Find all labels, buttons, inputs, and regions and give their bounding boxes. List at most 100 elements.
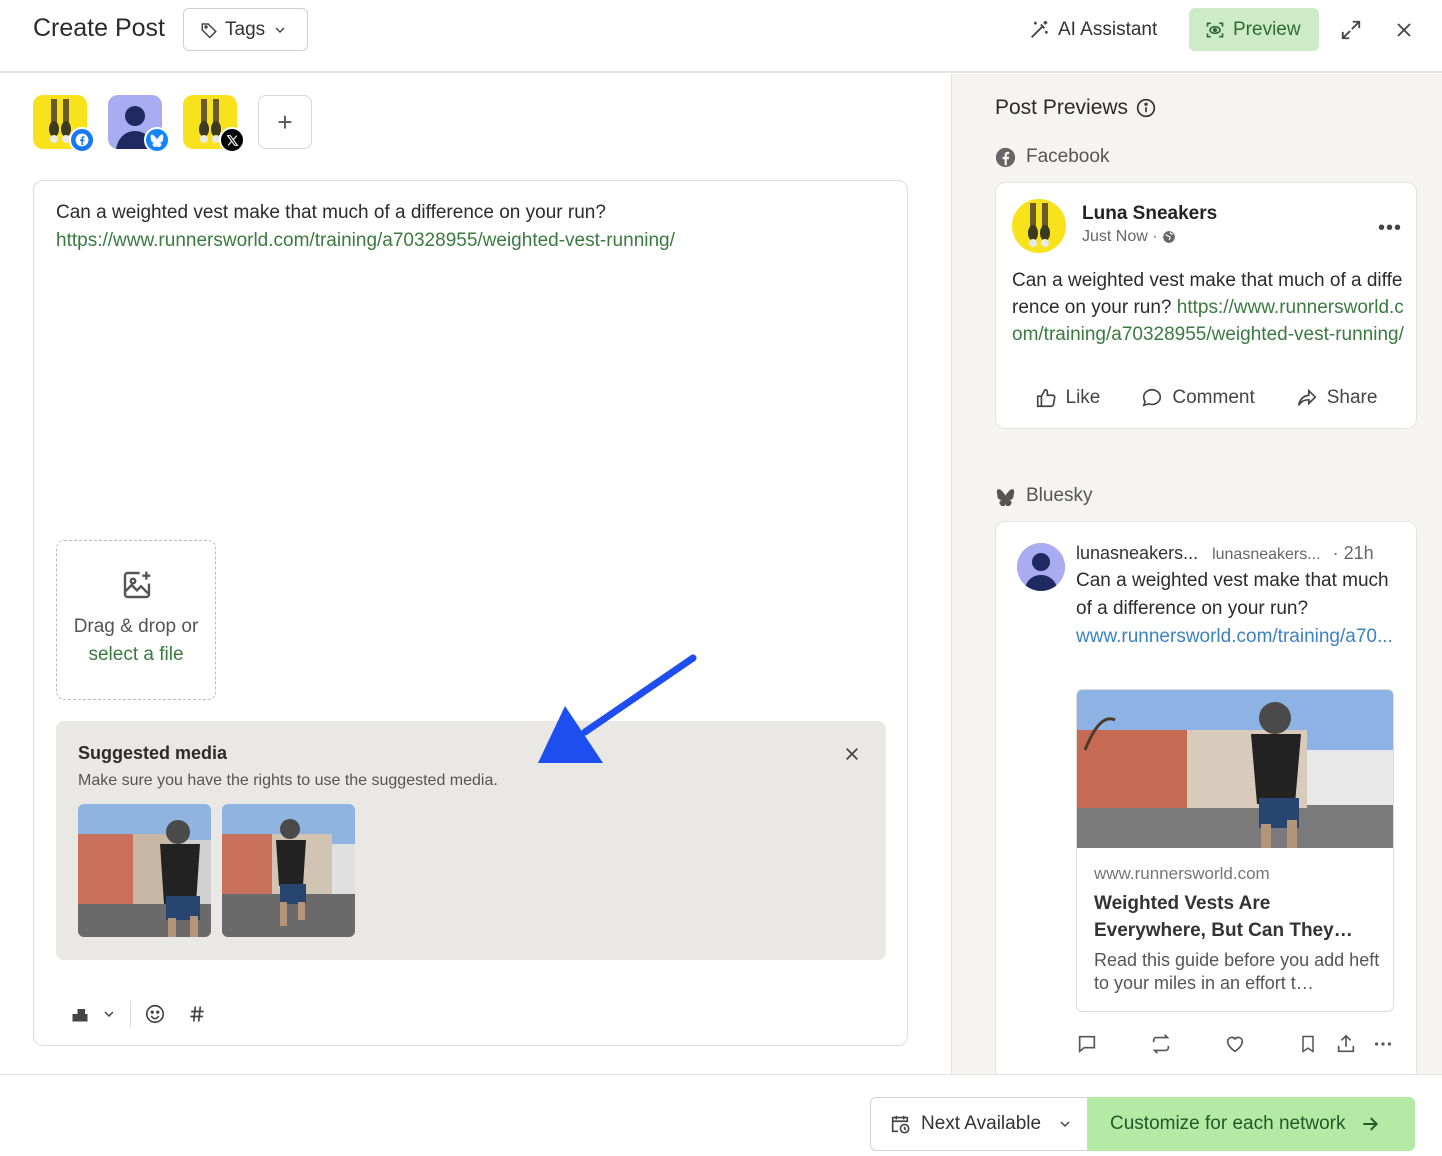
account-bluesky[interactable] [108,95,170,153]
link-card-description: Read this guide before you add heft to y… [1094,950,1380,993]
bluesky-post-body: Can a weighted vest make that much of a … [1076,570,1389,619]
bluesky-icon [996,488,1015,506]
share-button[interactable]: Share [1296,387,1377,409]
emoji-icon [145,1004,165,1024]
ai-assistant-button[interactable]: AI Assistant [1028,12,1157,48]
media-dropzone[interactable]: Drag & drop or select a file [56,540,216,700]
preview-button[interactable]: Preview [1189,8,1319,51]
create-post-dialog: Create Post Tags AI Assistant Preview + … [0,0,1442,1156]
facebook-badge-icon [69,127,95,153]
thumbs-up-icon [1036,388,1056,408]
account-x[interactable] [183,95,245,153]
like-label: Like [1065,387,1101,408]
x-badge-icon [219,127,245,153]
post-editor[interactable]: Can a weighted vest make that much of a … [33,180,908,1046]
emoji-button[interactable] [139,999,171,1029]
post-text-area[interactable]: Can a weighted vest make that much of a … [56,199,675,255]
calendar-clock-icon [891,1115,910,1134]
facebook-page-name: Luna Sneakers [1082,203,1218,224]
suggested-media-thumbnail[interactable] [78,804,211,937]
tags-label: Tags [225,18,266,40]
repost-icon[interactable] [1150,1033,1172,1055]
more-options-icon[interactable] [1372,1033,1394,1055]
customize-for-each-network-button[interactable]: Customize for each network [1088,1097,1415,1151]
account-selector: + [33,95,312,153]
link-card-image [1077,690,1393,848]
preview-label: Preview [1233,18,1301,40]
expand-button[interactable] [1338,17,1364,43]
close-icon [1397,23,1411,37]
media-library-button[interactable] [64,999,96,1029]
chevron-down-icon [104,1011,114,1018]
facebook-post-time: Just Now · [1082,228,1176,246]
bookmark-icon[interactable] [1298,1033,1318,1055]
customize-label: Customize for each network [1110,1113,1346,1134]
hashtag-button[interactable] [181,999,213,1029]
bluesky-actions [1076,1033,1406,1057]
facebook-label: Facebook [1026,146,1110,167]
more-options-icon[interactable]: ••• [1378,217,1402,240]
bluesky-time: · 21h [1332,543,1374,563]
next-available-label: Next Available [921,1113,1042,1134]
comment-label: Comment [1172,387,1255,408]
plus-icon: + [277,106,293,137]
bluesky-post-header: lunasneakers... lunasneakers... · 21h [1076,543,1406,564]
bluesky-post-text: Can a weighted vest make that much of a … [1076,567,1406,651]
editor-toolbar [64,999,213,1029]
page-title: Create Post [33,14,166,42]
suggested-media-thumbnail[interactable] [222,804,355,937]
tag-icon [201,22,217,39]
chevron-down-icon [275,26,285,33]
share-icon [1297,388,1317,406]
facebook-post-text: Can a weighted vest make that much of a … [1012,267,1407,348]
dialog-footer: Next Available Customize for each networ… [0,1074,1442,1156]
link-card-title: Weighted Vests Are Everywhere, But Can T… [1094,893,1353,941]
share-upload-icon[interactable] [1335,1033,1357,1055]
bluesky-badge-icon [144,127,170,153]
globe-icon [1162,231,1175,243]
comment-button[interactable]: Comment [1141,387,1255,409]
toolbar-divider [130,1001,131,1027]
post-previews-title: Post Previews [995,96,1129,119]
add-image-icon [123,571,151,599]
reply-icon[interactable] [1076,1033,1098,1055]
close-suggested-media-button[interactable] [841,743,863,765]
account-facebook[interactable] [33,95,95,153]
bluesky-network-label: Bluesky [995,485,1093,507]
suggested-media-panel: Suggested media Make sure you have the r… [56,721,886,960]
suggested-media-title: Suggested media [78,743,228,763]
info-icon[interactable] [1136,98,1156,118]
facebook-preview-card: Luna Sneakers Just Now · ••• Can a weigh… [995,182,1417,429]
select-file-link[interactable]: select a file [57,641,215,669]
like-button[interactable]: Like [1035,387,1101,409]
annotation-arrow-icon [538,654,697,763]
heart-icon[interactable] [1224,1033,1246,1055]
link-card-embed[interactable]: www.runnersworld.com Weighted Vests Are … [1076,689,1394,1012]
bluesky-display-name: lunasneakers... [1076,543,1199,563]
schedule-dropdown-button[interactable]: Next Available [870,1097,1088,1151]
dropzone-text: Drag & drop or [73,616,199,637]
facebook-network-label: Facebook [995,146,1109,168]
add-account-button[interactable]: + [258,95,312,149]
close-icon [846,748,858,760]
suggested-media-subtitle: Make sure you have the rights to use the… [78,772,498,789]
preview-eye-icon [1206,22,1224,37]
media-options-dropdown[interactable] [96,999,122,1029]
bluesky-preview-card: lunasneakers... lunasneakers... · 21h Ca… [995,521,1417,1081]
link-card-domain: www.runnersworld.com [1094,864,1270,883]
facebook-actions: Like Comment Share [996,387,1416,409]
post-previews-panel: Post Previews Facebook Luna Sneakers Jus… [951,74,1442,1081]
facebook-icon [995,147,1016,167]
bluesky-label: Bluesky [1026,485,1093,506]
arrow-right-icon [1362,1117,1378,1131]
post-text-line: Can a weighted vest make that much of a … [56,202,606,223]
tags-dropdown-button[interactable]: Tags [183,8,308,51]
expand-icon [1341,20,1361,40]
magic-wand-icon [1031,20,1048,38]
post-link[interactable]: https://www.runnersworld.com/training/a7… [56,227,675,255]
facebook-time-text: Just Now · [1082,228,1158,245]
bluesky-handle: lunasneakers... [1212,546,1321,563]
bluesky-post-link[interactable]: www.runnersworld.com/training/a70... [1076,623,1406,651]
close-button[interactable] [1392,18,1416,42]
hashtag-icon [190,1006,204,1022]
